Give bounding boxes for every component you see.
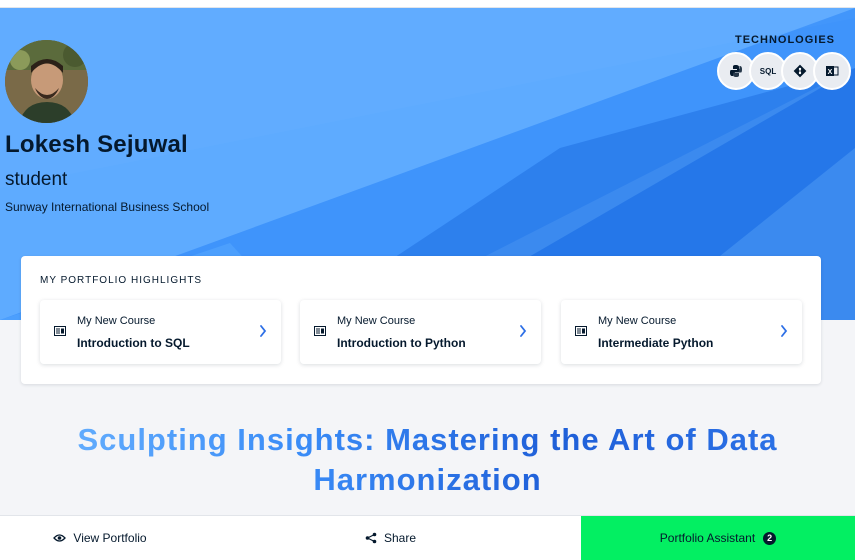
portfolio-headline: Sculpting Insights: Mastering the Art of… (0, 420, 855, 500)
excel-icon[interactable]: X (813, 52, 851, 90)
share-icon (365, 532, 377, 544)
view-portfolio-label: View Portfolio (73, 531, 147, 545)
chevron-right-icon (781, 325, 788, 337)
share-label: Share (383, 531, 417, 545)
bottom-action-bar: View Portfolio Share Portfolio Assistant… (0, 515, 855, 560)
course-icon (314, 326, 326, 336)
headline-line-1: Sculpting Insights: Mastering the Art of… (77, 422, 778, 457)
profile-name: Lokesh Sejuwal (5, 131, 188, 158)
highlight-card-intermediate-python[interactable]: My New Course Intermediate Python (561, 300, 802, 364)
technologies-heading: TECHNOLOGIES (735, 34, 836, 46)
card-title: Introduction to Python (337, 336, 466, 350)
eye-icon (53, 534, 67, 542)
card-title: Introduction to SQL (77, 336, 190, 350)
svg-text:X: X (828, 69, 833, 76)
avatar (5, 40, 88, 123)
portfolio-highlights-panel: MY PORTFOLIO HIGHLIGHTS My New Course In… (21, 256, 821, 384)
portfolio-assistant-button[interactable]: Portfolio Assistant 2 (581, 516, 855, 560)
top-navigation-bar (0, 0, 855, 8)
profile-organization: Sunway International Business School (5, 200, 210, 214)
technologies-list: SQL X (717, 52, 851, 90)
card-kind: My New Course (598, 315, 677, 327)
highlights-heading: MY PORTFOLIO HIGHLIGHTS (40, 275, 203, 286)
chevron-right-icon (260, 325, 267, 337)
portfolio-assistant-label: Portfolio Assistant (659, 531, 756, 545)
course-icon (54, 326, 66, 336)
card-title: Intermediate Python (598, 336, 714, 350)
share-button[interactable]: Share (200, 516, 581, 560)
profile-role: student (5, 169, 68, 190)
view-portfolio-button[interactable]: View Portfolio (0, 516, 200, 560)
highlight-card-sql[interactable]: My New Course Introduction to SQL (40, 300, 281, 364)
chevron-right-icon (520, 325, 527, 337)
course-icon (575, 326, 587, 336)
headline-line-2: Harmonization (313, 462, 542, 497)
highlight-card-python[interactable]: My New Course Introduction to Python (300, 300, 541, 364)
assistant-count-badge: 2 (763, 531, 777, 545)
card-kind: My New Course (337, 315, 416, 327)
card-kind: My New Course (77, 315, 156, 327)
